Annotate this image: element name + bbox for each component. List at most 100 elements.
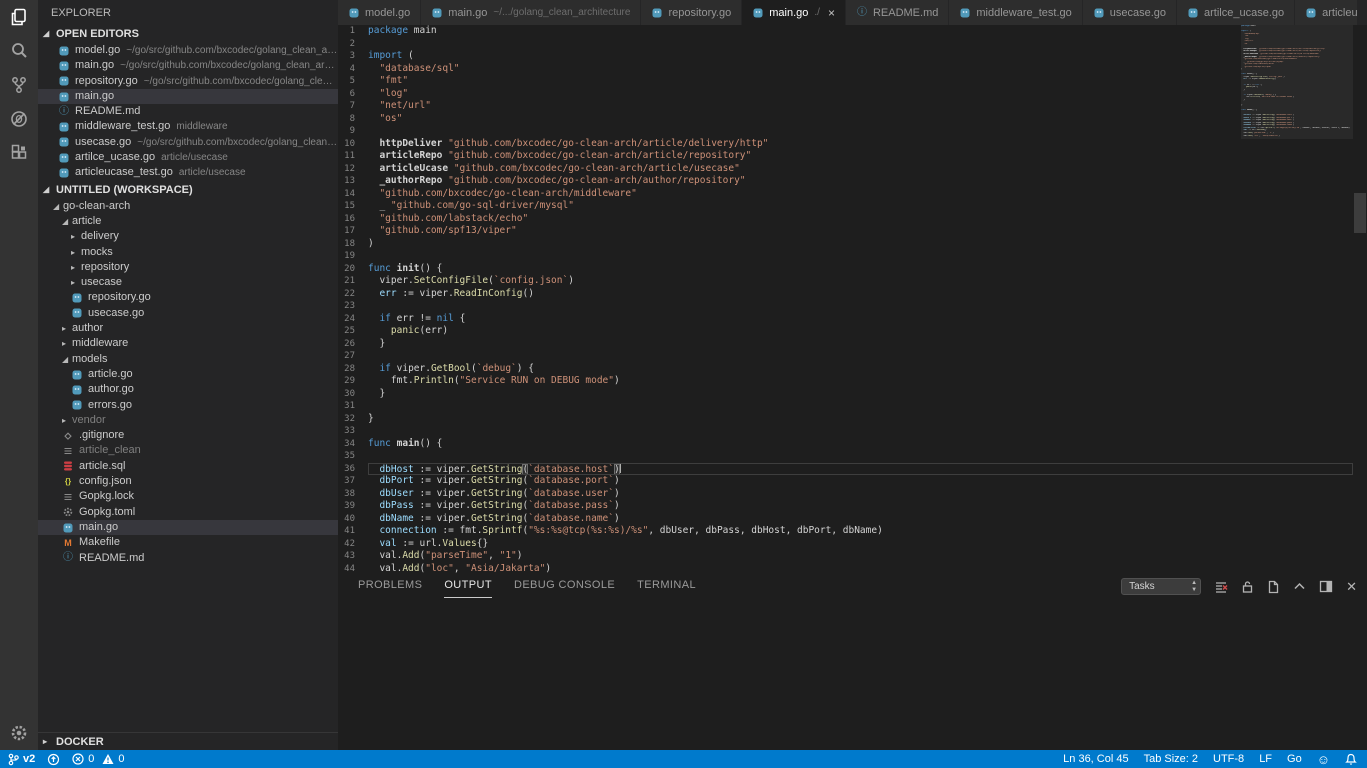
notifications-bell-icon[interactable]: [1345, 753, 1357, 766]
encoding-indicator[interactable]: UTF-8: [1213, 753, 1244, 765]
code-line-1[interactable]: 1package main: [338, 25, 1367, 38]
tab-artilce_ucase.go[interactable]: artilce_ucase.go: [1177, 0, 1294, 25]
git-branch-indicator[interactable]: v2: [8, 753, 35, 766]
tree-item-article.sql[interactable]: article.sql: [38, 459, 338, 474]
cursor-position[interactable]: Ln 36, Col 45: [1063, 753, 1128, 765]
code-line-44[interactable]: 44 val.Add("loc", "Asia/Jakarta"): [338, 563, 1367, 576]
tree-item-author.go[interactable]: author.go: [38, 382, 338, 397]
tab-README.md[interactable]: ⓘREADME.md: [846, 0, 948, 25]
code-line-12[interactable]: 12 articleUcase "github.com/bxcodec/go-c…: [338, 163, 1367, 176]
code-line-29[interactable]: 29 fmt.Println("Service RUN on DEBUG mod…: [338, 375, 1367, 388]
output-channel-select[interactable]: Tasks ▲▼: [1121, 578, 1201, 595]
code-editor[interactable]: 1package main23import (4 "database/sql"5…: [338, 25, 1367, 575]
code-line-36[interactable]: 36 dbHost := viper.GetString(`database.h…: [338, 463, 1367, 476]
open-editor-middleware_test.go[interactable]: middleware_test.gomiddleware: [38, 119, 338, 134]
open-editor-articleucase_test.go[interactable]: articleucase_test.goarticle/usecase: [38, 165, 338, 180]
code-line-3[interactable]: 3import (: [338, 50, 1367, 63]
extensions-icon[interactable]: [0, 136, 38, 170]
tree-item-README.md[interactable]: ⓘREADME.md: [38, 551, 338, 566]
panel-tab-terminal[interactable]: TERMINAL: [637, 575, 696, 598]
code-line-30[interactable]: 30 }: [338, 388, 1367, 401]
panel-tab-problems[interactable]: PROBLEMS: [358, 575, 422, 598]
code-line-43[interactable]: 43 val.Add("parseTime", "1"): [338, 550, 1367, 563]
tree-item-config.json[interactable]: {}config.json: [38, 474, 338, 489]
code-line-16[interactable]: 16 "github.com/labstack/echo": [338, 213, 1367, 226]
tab-main.go[interactable]: main.go./×: [742, 0, 845, 25]
open-log-file-icon[interactable]: [1267, 580, 1280, 594]
maximize-panel-icon[interactable]: [1293, 580, 1306, 593]
tree-item-mocks[interactable]: ▸mocks: [38, 245, 338, 260]
tab-middleware_test.go[interactable]: middleware_test.go: [949, 0, 1081, 25]
tree-item-article[interactable]: ◢article: [38, 214, 338, 229]
tree-item-middleware[interactable]: ▸middleware: [38, 336, 338, 351]
tree-item-go-clean-arch[interactable]: ◢go-clean-arch: [38, 199, 338, 214]
tree-item-article_clean[interactable]: article_clean: [38, 443, 338, 458]
tab-model.go[interactable]: model.go: [338, 0, 420, 25]
explorer-icon[interactable]: [0, 0, 38, 34]
tree-item-delivery[interactable]: ▸delivery: [38, 229, 338, 244]
open-editor-artilce_ucase.go[interactable]: artilce_ucase.goarticle/usecase: [38, 150, 338, 165]
tab-size-indicator[interactable]: Tab Size: 2: [1144, 753, 1198, 765]
tree-item-usecase.go[interactable]: usecase.go: [38, 306, 338, 321]
debug-icon[interactable]: [0, 102, 38, 136]
tab-usecase.go[interactable]: usecase.go: [1083, 0, 1176, 25]
open-editor-repository.go[interactable]: repository.go~/go/src/github.com/bxcodec…: [38, 74, 338, 89]
tree-item-.gitignore[interactable]: .gitignore: [38, 428, 338, 443]
tree-item-article.go[interactable]: article.go: [38, 367, 338, 382]
tab-articleuca[interactable]: articleuca: [1295, 0, 1357, 25]
code-line-39[interactable]: 39 dbPass := viper.GetString(`database.p…: [338, 500, 1367, 513]
source-control-icon[interactable]: [0, 68, 38, 102]
code-line-25[interactable]: 25 panic(err): [338, 325, 1367, 338]
code-line-11[interactable]: 11 articleRepo "github.com/bxcodec/go-cl…: [338, 150, 1367, 163]
code-line-4[interactable]: 4 "database/sql": [338, 63, 1367, 76]
eol-indicator[interactable]: LF: [1259, 753, 1272, 765]
tree-item-repository.go[interactable]: repository.go: [38, 290, 338, 305]
code-line-37[interactable]: 37 dbPort := viper.GetString(`database.p…: [338, 475, 1367, 488]
code-line-32[interactable]: 32}: [338, 413, 1367, 426]
feedback-smiley-icon[interactable]: ☺: [1317, 752, 1330, 767]
tree-item-usecase[interactable]: ▸usecase: [38, 275, 338, 290]
code-line-2[interactable]: 2: [338, 38, 1367, 51]
code-line-40[interactable]: 40 dbName := viper.GetString(`database.n…: [338, 513, 1367, 526]
code-line-26[interactable]: 26 }: [338, 338, 1367, 351]
tree-item-vendor[interactable]: ▸vendor: [38, 413, 338, 428]
open-editor-README.md[interactable]: ⓘREADME.md: [38, 104, 338, 119]
code-line-33[interactable]: 33: [338, 425, 1367, 438]
code-line-38[interactable]: 38 dbUser := viper.GetString(`database.u…: [338, 488, 1367, 501]
code-line-17[interactable]: 17 "github.com/spf13/viper": [338, 225, 1367, 238]
scrollbar-thumb[interactable]: [1354, 193, 1366, 233]
code-line-28[interactable]: 28 if viper.GetBool(`debug`) {: [338, 363, 1367, 376]
search-icon[interactable]: [0, 34, 38, 68]
code-line-14[interactable]: 14 "github.com/bxcodec/go-clean-arch/mid…: [338, 188, 1367, 201]
tab-close-icon[interactable]: ×: [828, 8, 835, 18]
open-editor-model.go[interactable]: model.go~/go/src/github.com/bxcodec/gola…: [38, 43, 338, 58]
workspace-header[interactable]: ◢ UNTITLED (WORKSPACE): [38, 181, 338, 199]
tree-item-main.go[interactable]: main.go: [38, 520, 338, 535]
code-line-9[interactable]: 9: [338, 125, 1367, 138]
code-line-41[interactable]: 41 connection := fmt.Sprintf("%s:%s@tcp(…: [338, 525, 1367, 538]
clear-output-icon[interactable]: [1214, 580, 1228, 594]
tree-item-errors.go[interactable]: errors.go: [38, 398, 338, 413]
open-editor-main.go[interactable]: main.go: [38, 89, 338, 104]
tree-item-author[interactable]: ▸author: [38, 321, 338, 336]
scroll-lock-icon[interactable]: [1241, 580, 1254, 594]
panel-tab-output[interactable]: OUTPUT: [444, 575, 492, 598]
move-panel-icon[interactable]: [1319, 580, 1333, 593]
code-line-31[interactable]: 31: [338, 400, 1367, 413]
code-line-15[interactable]: 15 _ "github.com/go-sql-driver/mysql": [338, 200, 1367, 213]
tree-item-models[interactable]: ◢models: [38, 352, 338, 367]
output-content[interactable]: [338, 598, 1367, 750]
open-editor-usecase.go[interactable]: usecase.go~/go/src/github.com/bxcodec/go…: [38, 135, 338, 150]
code-line-10[interactable]: 10 httpDeliver "github.com/bxcodec/go-cl…: [338, 138, 1367, 151]
code-line-5[interactable]: 5 "fmt": [338, 75, 1367, 88]
docker-section-header[interactable]: ▸ DOCKER: [38, 732, 338, 750]
language-indicator[interactable]: Go: [1287, 753, 1302, 765]
tree-item-Gopkg.toml[interactable]: Gopkg.toml: [38, 505, 338, 520]
code-line-22[interactable]: 22 err := viper.ReadInConfig(): [338, 288, 1367, 301]
code-line-7[interactable]: 7 "net/url": [338, 100, 1367, 113]
close-panel-icon[interactable]: ✕: [1346, 581, 1357, 592]
code-line-42[interactable]: 42 val := url.Values{}: [338, 538, 1367, 551]
tree-item-Gopkg.lock[interactable]: Gopkg.lock: [38, 489, 338, 504]
problems-indicator[interactable]: 0 0: [72, 753, 124, 765]
code-line-21[interactable]: 21 viper.SetConfigFile(`config.json`): [338, 275, 1367, 288]
